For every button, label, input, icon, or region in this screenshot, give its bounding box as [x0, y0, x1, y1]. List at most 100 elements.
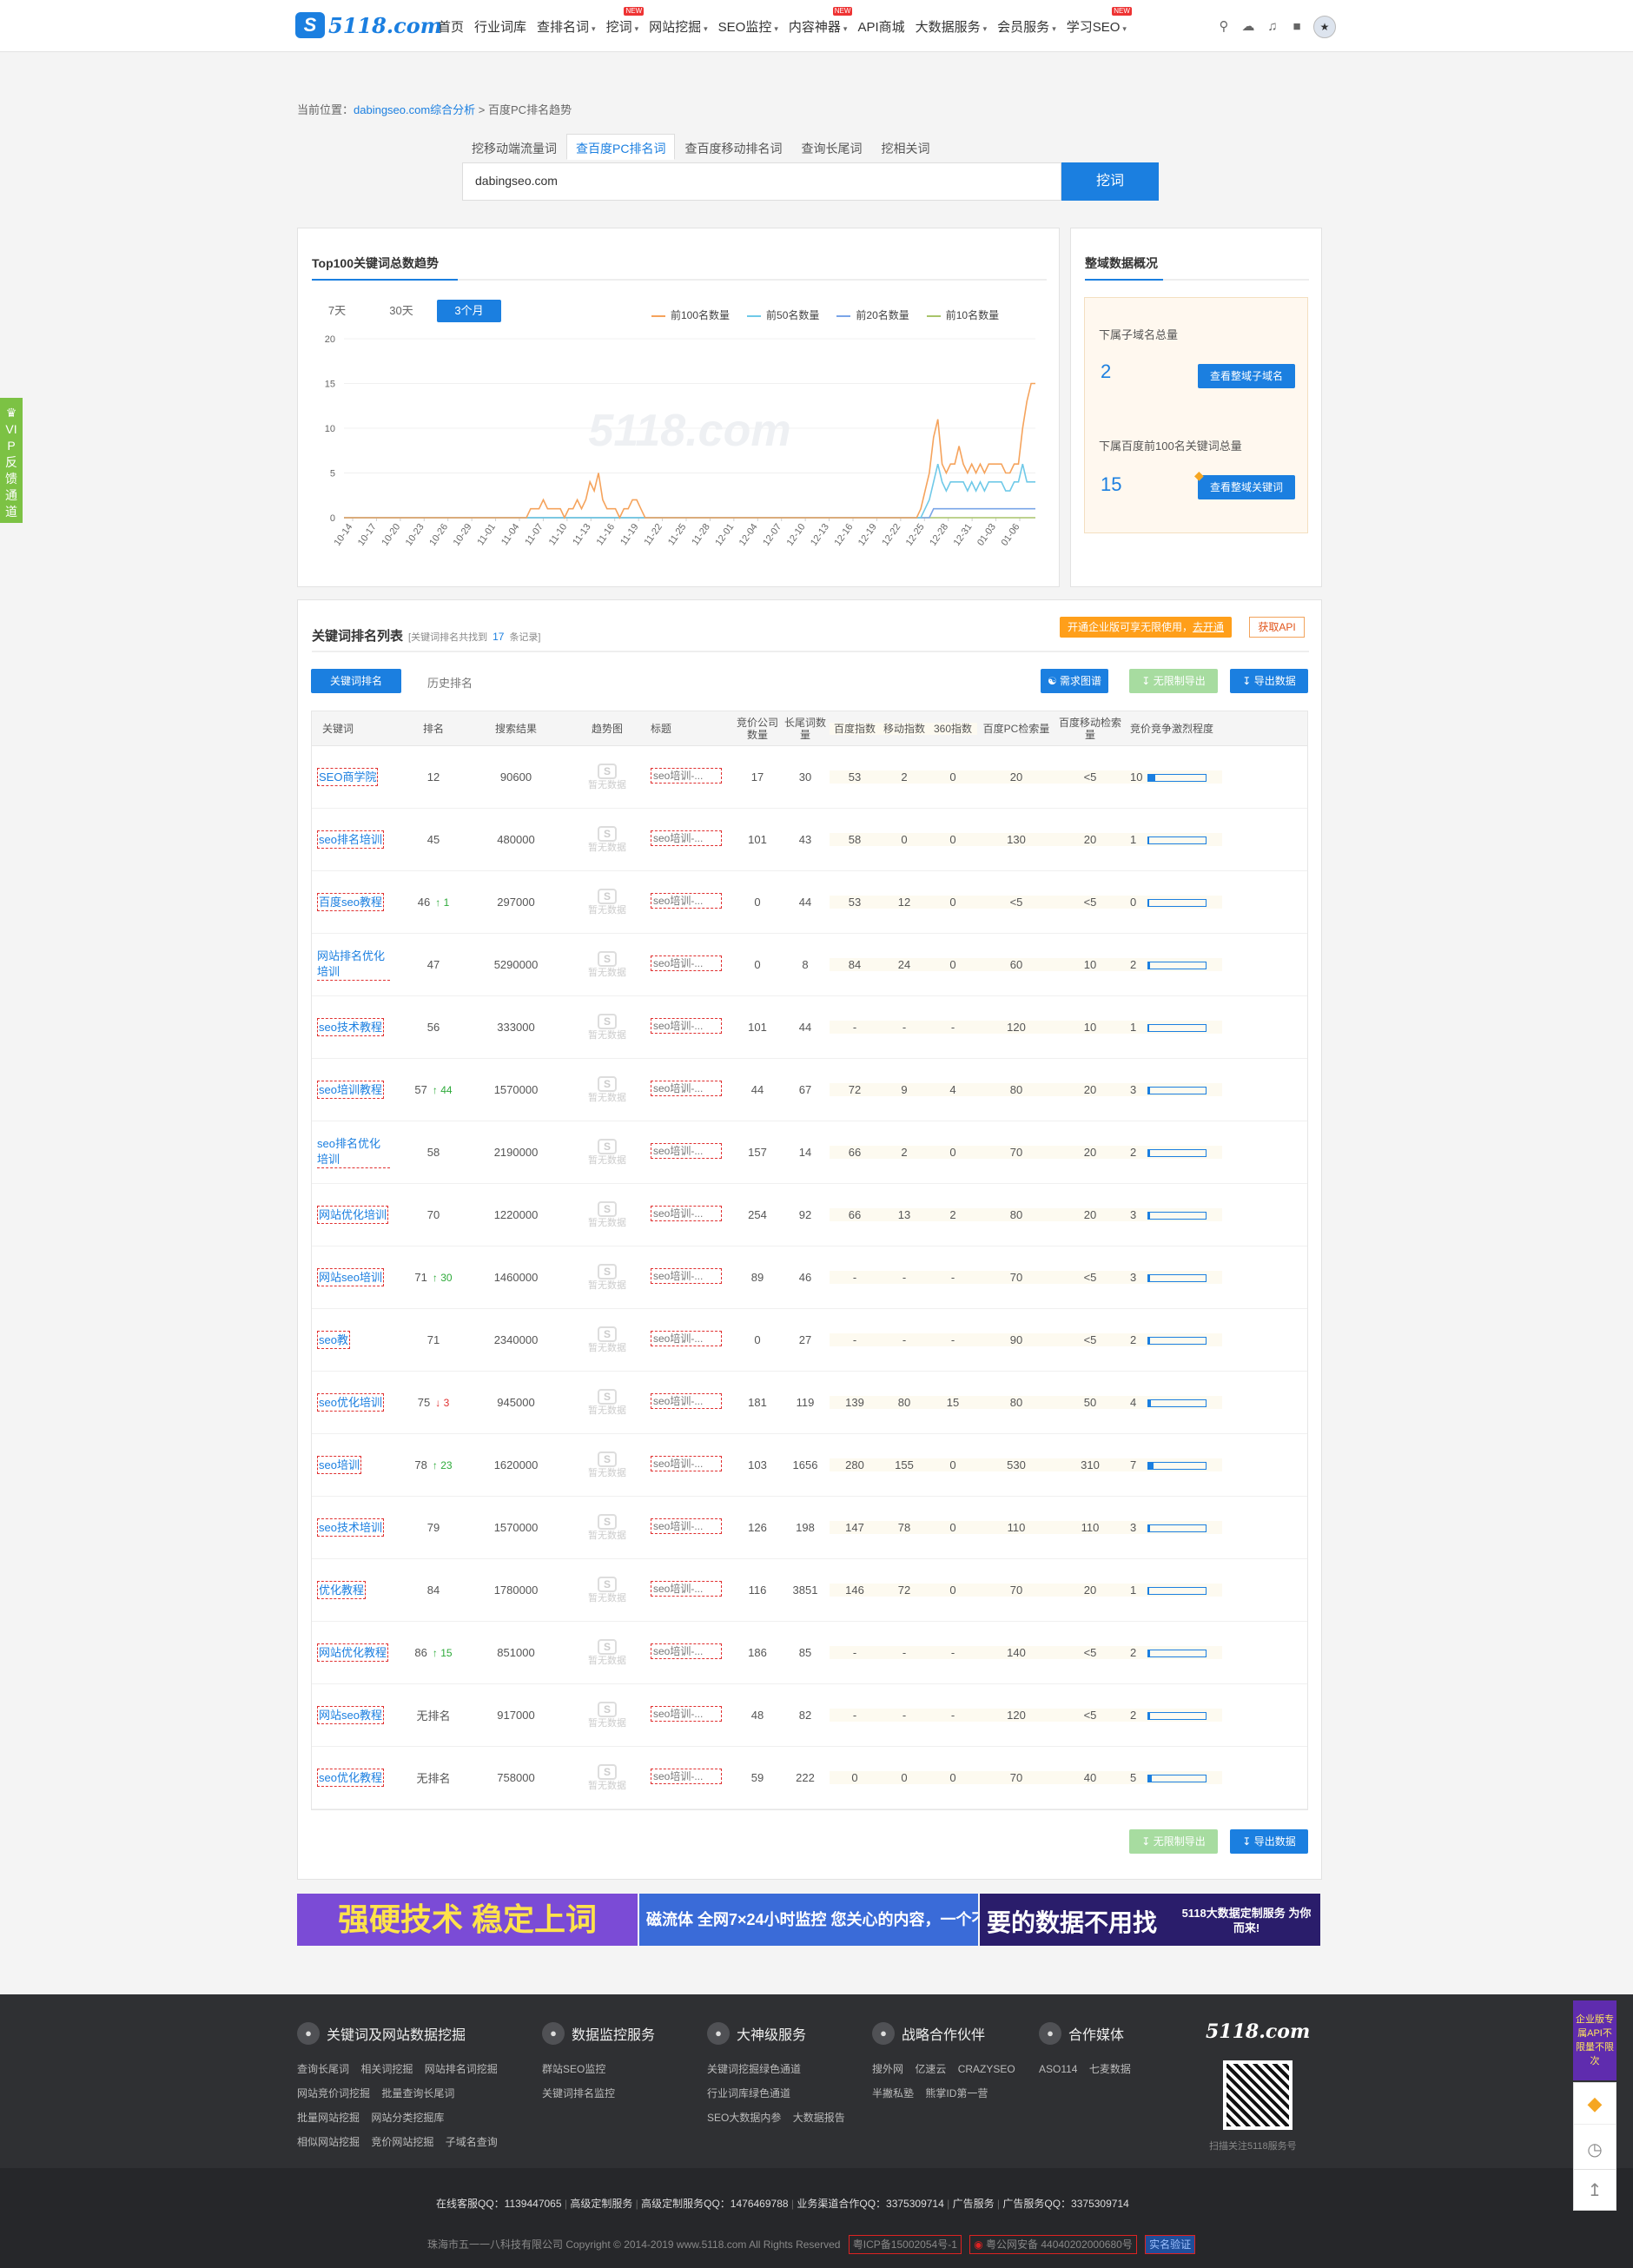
- keyword-link[interactable]: seo优化培训: [317, 1393, 384, 1412]
- search-input[interactable]: dabingseo.com: [462, 162, 1061, 201]
- keyword-link[interactable]: SEO商学院: [317, 768, 379, 786]
- unlimited-export-button[interactable]: ↧ 无限制导出: [1129, 669, 1218, 693]
- footer-link[interactable]: 搜外网: [872, 2063, 903, 2075]
- get-api-button[interactable]: 获取API: [1249, 617, 1305, 638]
- footer-link[interactable]: 相似网站挖掘: [297, 2136, 360, 2148]
- period-button[interactable]: 3个月: [437, 300, 501, 322]
- keyword-link[interactable]: seo技术教程: [317, 1018, 384, 1036]
- footer-contact[interactable]: 高级定制服务QQ：1476469788: [641, 2198, 788, 2210]
- footer-contact[interactable]: 高级定制服务: [570, 2198, 632, 2210]
- period-button[interactable]: 30天: [373, 300, 430, 322]
- page-title-link[interactable]: seo培训-...: [651, 1143, 722, 1159]
- page-title-link[interactable]: seo培训-...: [651, 830, 722, 846]
- keyword-link[interactable]: 网站优化教程: [317, 1643, 389, 1662]
- page-title-link[interactable]: seo培训-...: [651, 1331, 722, 1346]
- history-icon[interactable]: ◷: [1574, 2125, 1616, 2175]
- page-title-link[interactable]: seo培训-...: [651, 1393, 722, 1409]
- footer-link[interactable]: 关键词排名监控: [542, 2087, 615, 2099]
- period-button[interactable]: 7天: [308, 300, 366, 322]
- keyword-link[interactable]: 网站排名优化培训: [317, 949, 390, 981]
- nav-item[interactable]: 大数据服务 ▾: [910, 17, 993, 36]
- nav-item[interactable]: SEO监控 ▾: [713, 17, 783, 36]
- lock-icon[interactable]: ■: [1289, 19, 1305, 35]
- keyword-link[interactable]: 优化教程: [317, 1581, 367, 1599]
- vip-feedback-tab[interactable]: ♛ VIP反馈通道: [0, 398, 23, 523]
- export-data-button[interactable]: ↧ 导出数据: [1230, 669, 1308, 693]
- keyword-link[interactable]: seo排名优化培训: [317, 1136, 390, 1168]
- footer-link[interactable]: 群站SEO监控: [542, 2063, 605, 2075]
- search-icon[interactable]: ⚲: [1216, 19, 1232, 35]
- back-to-top[interactable]: ↥: [1573, 2169, 1616, 2211]
- page-title-link[interactable]: seo培训-...: [651, 1206, 722, 1221]
- search-tab[interactable]: 挖移动端流量词: [462, 134, 566, 160]
- search-tab[interactable]: 查询长尾词: [791, 134, 871, 160]
- nav-item[interactable]: 行业词库: [469, 17, 532, 36]
- icp-link[interactable]: 粤ICP备15002054号-1: [848, 2235, 962, 2254]
- page-title-link[interactable]: seo培训-...: [651, 1643, 722, 1659]
- footer-link[interactable]: 网站竞价词挖掘: [297, 2087, 370, 2099]
- nav-item[interactable]: 挖词 ▾ NEW: [601, 7, 645, 36]
- search-tab[interactable]: 查百度PC排名词: [566, 134, 676, 160]
- footer-link[interactable]: 网站排名词挖掘: [425, 2063, 498, 2075]
- keyword-link[interactable]: 网站优化培训: [317, 1206, 389, 1224]
- footer-link[interactable]: 网站分类挖掘库: [371, 2112, 444, 2124]
- keyword-link[interactable]: 网站seo教程: [317, 1706, 384, 1724]
- footer-link[interactable]: 查询长尾词: [297, 2063, 349, 2075]
- keyword-link[interactable]: 网站seo培训: [317, 1268, 384, 1286]
- footer-contact[interactable]: 广告服务: [953, 2198, 995, 2210]
- page-title-link[interactable]: seo培训-...: [651, 1081, 722, 1096]
- page-title-link[interactable]: seo培训-...: [651, 768, 722, 784]
- vip-icon[interactable]: ◆: [1574, 2083, 1616, 2125]
- search-tab[interactable]: 挖相关词: [871, 134, 939, 160]
- footer-contact[interactable]: 广告服务QQ：3375309714: [1002, 2198, 1128, 2210]
- keyword-link[interactable]: seo技术培训: [317, 1518, 384, 1537]
- banner-tech[interactable]: 强硬技术 稳定上词: [297, 1894, 638, 1946]
- subtab-keyword-rank[interactable]: 关键词排名: [311, 669, 401, 693]
- footer-link[interactable]: 子域名查询: [446, 2136, 498, 2148]
- enterprise-api-badge[interactable]: 企业版专属API不限量不限次: [1573, 2000, 1616, 2080]
- footer-link[interactable]: ASO114: [1039, 2063, 1077, 2075]
- page-title-link[interactable]: seo培训-...: [651, 1706, 722, 1722]
- page-title-link[interactable]: seo培训-...: [651, 1518, 722, 1534]
- nav-item[interactable]: 查排名词 ▾: [532, 17, 601, 36]
- nav-item[interactable]: 学习SEO ▾ NEW: [1061, 7, 1132, 36]
- footer-contact[interactable]: 业务渠道合作QQ：3375309714: [797, 2198, 943, 2210]
- footer-link[interactable]: 七麦数据: [1089, 2063, 1131, 2075]
- search-tab[interactable]: 查百度移动排名词: [675, 134, 791, 160]
- page-title-link[interactable]: seo培训-...: [651, 1456, 722, 1471]
- breadcrumb-link[interactable]: dabingseo.com综合分析: [354, 103, 475, 116]
- page-title-link[interactable]: seo培训-...: [651, 893, 722, 909]
- unlimited-export-button-bottom[interactable]: ↧ 无限制导出: [1129, 1829, 1218, 1854]
- page-title-link[interactable]: seo培训-...: [651, 955, 722, 971]
- keyword-link[interactable]: seo排名培训: [317, 830, 384, 849]
- footer-link[interactable]: 批量网站挖掘: [297, 2112, 360, 2124]
- page-title-link[interactable]: seo培训-...: [651, 1268, 722, 1284]
- keyword-link[interactable]: seo培训教程: [317, 1081, 384, 1099]
- keyword-link[interactable]: seo教: [317, 1331, 350, 1349]
- keyword-link[interactable]: 百度seo教程: [317, 893, 384, 911]
- nav-item[interactable]: API商城: [852, 17, 909, 36]
- keyword-link[interactable]: seo培训: [317, 1456, 361, 1474]
- nav-item[interactable]: 网站挖掘 ▾: [644, 17, 713, 36]
- footer-link[interactable]: 亿速云: [915, 2063, 946, 2075]
- page-title-link[interactable]: seo培训-...: [651, 1769, 722, 1784]
- banner-bigdata[interactable]: 要的数据不用找 5118大数据定制服务 为你而来!: [980, 1894, 1320, 1946]
- footer-link[interactable]: 竞价网站挖掘: [371, 2136, 433, 2148]
- nav-item[interactable]: 会员服务 ▾: [992, 17, 1061, 36]
- footer-link[interactable]: 熊掌ID第一营: [925, 2087, 988, 2099]
- footer-link[interactable]: 关键词挖掘绿色通道: [707, 2063, 801, 2075]
- upload-icon[interactable]: ☁: [1240, 19, 1256, 35]
- demand-graph-button[interactable]: ☯ 需求图谱: [1041, 669, 1108, 693]
- footer-link[interactable]: 批量查询长尾词: [381, 2087, 454, 2099]
- subtab-history-rank[interactable]: 历史排名: [427, 674, 473, 691]
- search-button[interactable]: 挖词: [1061, 162, 1159, 201]
- page-title-link[interactable]: seo培训-...: [651, 1581, 722, 1597]
- view-keywords-button[interactable]: 查看整域关键词: [1198, 475, 1295, 499]
- site-logo[interactable]: S 5118.com: [295, 12, 442, 38]
- nav-item[interactable]: 首页: [433, 17, 469, 36]
- footer-link[interactable]: 半撇私塾: [872, 2087, 914, 2099]
- footer-link[interactable]: 大数据报告: [793, 2112, 845, 2124]
- footer-link[interactable]: SEO大数据内参: [707, 2112, 781, 2124]
- verify-badge[interactable]: 实名验证: [1145, 2235, 1196, 2254]
- footer-link[interactable]: 行业词库绿色通道: [707, 2087, 790, 2099]
